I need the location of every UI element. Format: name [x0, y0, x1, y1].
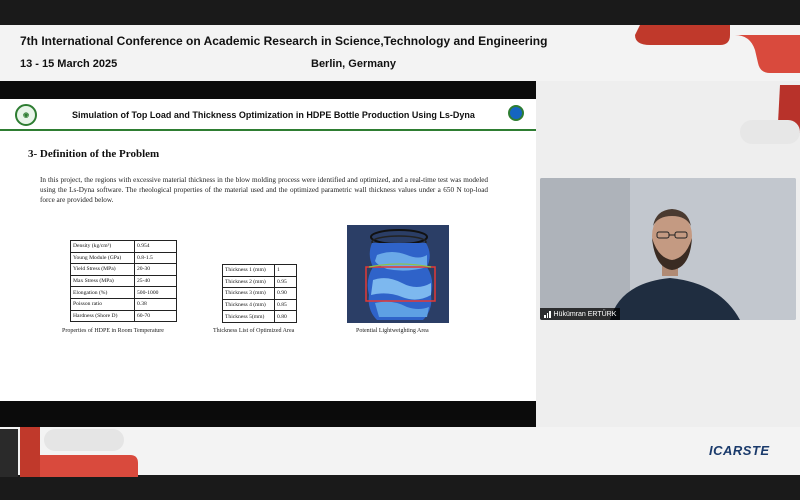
- properties-property-cell: Elongation (%): [70, 286, 135, 299]
- properties-row: Max Stress (MPa) 25-40: [70, 274, 177, 288]
- thickness-value-cell: 0.95: [274, 275, 297, 289]
- properties-value-cell: 0.954: [134, 240, 177, 253]
- thickness-property-cell: Thickness 1 (mm): [222, 264, 275, 277]
- properties-row: Hardness (Shore D) 60-70: [70, 309, 177, 323]
- thickness-property-cell: Thickness 4 (mm): [222, 298, 275, 312]
- university-logo-icon: ◉: [15, 104, 37, 126]
- properties-row: Young Module (GPa) 0.8-1.5: [70, 251, 177, 265]
- thickness-row: Thickness 2 (mm) 0.95: [222, 275, 297, 289]
- properties-value-cell: 20-30: [134, 263, 177, 276]
- speaker-video: [540, 178, 796, 320]
- properties-row: Poisson ratio 0.38: [70, 297, 177, 311]
- thickness-value-cell: 0.80: [274, 310, 297, 323]
- participant-nameplate: Hükümran ERTÜRK: [540, 308, 621, 320]
- section-heading: 3- Definition of the Problem: [28, 148, 160, 160]
- properties-value-cell: 500-1000: [134, 286, 177, 299]
- participant-name: Hükümran ERTÜRK: [553, 310, 617, 318]
- thickness-property-cell: Thickness 5(mm): [222, 310, 275, 323]
- thickness-value-cell: 0.85: [274, 298, 297, 312]
- conference-dates: 13 - 15 March 2025: [20, 58, 118, 70]
- thickness-row: Thickness 5(mm) 0.80: [222, 310, 297, 323]
- properties-value-cell: 0.38: [134, 297, 177, 311]
- screen: 7th International Conference on Academic…: [0, 0, 800, 500]
- properties-value-cell: 25-40: [134, 274, 177, 288]
- conference-location: Berlin, Germany: [311, 58, 396, 70]
- properties-value-cell: 60-70: [134, 309, 177, 323]
- slide-top-border: [0, 81, 536, 99]
- problem-description: In this project, the regions with excess…: [40, 176, 488, 204]
- presentation-slide: ◉ Simulation of Top Load and Thickness O…: [0, 99, 536, 401]
- bottle-simulation-image: [347, 225, 449, 323]
- slide-bottom-border: [0, 401, 536, 427]
- participant-video-tile[interactable]: Hükümran ERTÜRK: [540, 178, 796, 320]
- bottle-render: [347, 225, 449, 323]
- properties-property-cell: Yield Stress (MPa): [70, 263, 135, 276]
- conference-title: 7th International Conference on Academic…: [20, 34, 548, 48]
- thickness-caption: Thickness List of Optimized Area: [213, 328, 295, 334]
- slide-title: Simulation of Top Load and Thickness Opt…: [72, 110, 475, 120]
- properties-value-cell: 0.8-1.5: [134, 251, 177, 265]
- thickness-value-cell: 0.90: [274, 287, 297, 300]
- thickness-row: Thickness 1 (mm) 1: [222, 264, 297, 277]
- properties-property-cell: Max Stress (MPa): [70, 274, 135, 288]
- decorative-rounded-bar-right: [740, 120, 800, 144]
- properties-row: Density (kg/cm³) 0.954: [70, 240, 177, 253]
- hdpe-properties-table: Density (kg/cm³) 0.954 Young Module (GPa) 0…: [70, 240, 177, 323]
- signal-strength-icon: [544, 310, 551, 318]
- thickness-property-cell: Thickness 2 (mm): [222, 275, 275, 289]
- properties-property-cell: Young Module (GPa): [70, 251, 135, 265]
- image-caption: Potential Lightweighting Area: [356, 328, 429, 334]
- properties-property-cell: Poisson ratio: [70, 297, 135, 311]
- thickness-row: Thickness 3 (mm) 0.90: [222, 287, 297, 300]
- properties-property-cell: Hardness (Shore D): [70, 309, 135, 323]
- properties-row: Yield Stress (MPa) 20-30: [70, 263, 177, 276]
- properties-row: Elongation (%) 500-1000: [70, 286, 177, 299]
- slide-header: ◉ Simulation of Top Load and Thickness O…: [0, 99, 536, 131]
- properties-property-cell: Density (kg/cm³): [70, 240, 135, 253]
- thickness-value-cell: 1: [274, 264, 297, 277]
- properties-caption: Properties of HDPE in Room Temperature: [62, 328, 164, 334]
- thickness-row: Thickness 4 (mm) 0.85: [222, 298, 297, 312]
- thickness-table: Thickness 1 (mm) 1 Thickness 2 (mm) 0.95 Thi…: [222, 264, 297, 323]
- globe-logo-icon: [508, 105, 524, 121]
- thickness-property-cell: Thickness 3 (mm): [222, 287, 275, 300]
- conference-brand-logo: ICARSTE: [709, 443, 770, 458]
